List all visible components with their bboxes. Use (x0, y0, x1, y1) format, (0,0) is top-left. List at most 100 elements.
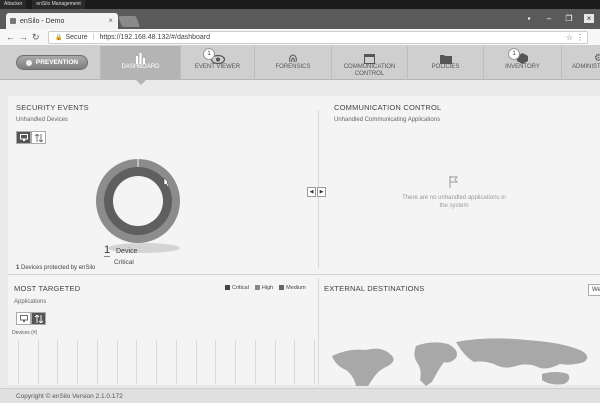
nav-inventory-label: INVENTORY (505, 64, 540, 70)
back-icon[interactable]: ← (6, 32, 15, 42)
destinations-filter-dropdown[interactable]: We (588, 284, 600, 296)
device-view-toggle (16, 131, 46, 144)
mode-indicator-icon (25, 59, 32, 66)
host-tab-ensilo[interactable]: enSilo Management (32, 0, 85, 9)
map-asia (456, 338, 588, 369)
dashboard-panel: SECURITY EVENTS Unhandled Devices 1 Devi… (8, 96, 600, 386)
targeted-view-app-button[interactable] (31, 312, 46, 325)
device-view-app-button[interactable] (31, 131, 46, 144)
close-tab-icon[interactable]: × (108, 16, 113, 25)
panel-divider-middle (8, 274, 600, 275)
panel-divider-bottom (318, 278, 319, 385)
flag-icon (449, 176, 458, 188)
event-count-badge: 1 (203, 48, 215, 60)
protected-count: 1 (16, 265, 20, 271)
folder-icon (408, 46, 483, 64)
world-map[interactable] (328, 336, 600, 386)
user-icon[interactable]: ▪ (524, 14, 534, 23)
address-row: ← → ↻ 🔒 Secure | https://192.168.48.132/… (0, 29, 600, 46)
device-count[interactable]: 1 (104, 244, 111, 257)
browser-tab-title: enSilo - Demo (20, 17, 65, 25)
arrow-right-icon[interactable]: ▶ (317, 187, 326, 197)
chart-gridline (195, 340, 197, 384)
bookmark-star-icon[interactable]: ☆ (566, 33, 573, 42)
chart-gridline (156, 340, 158, 384)
most-targeted-title: MOST TARGETED (14, 284, 81, 293)
bar-chart-icon (101, 46, 180, 64)
copyright-text: Copyright © enSilo Version 2.1.0.172 (16, 392, 123, 400)
minimize-icon[interactable]: – (544, 14, 554, 23)
nav-policies[interactable]: POLICIES (407, 46, 483, 80)
nav-inventory[interactable]: 1 INVENTORY (483, 46, 561, 80)
forward-icon[interactable]: → (19, 32, 28, 42)
protected-devices-text: 1 Devices protected by enSilo (16, 265, 95, 271)
chart-gridline (215, 340, 217, 384)
gear-icon: ⚙ (594, 53, 600, 64)
nav-communication-control[interactable]: COMMUNICATION CONTROL (331, 46, 407, 80)
close-window-icon[interactable]: × (584, 14, 594, 23)
security-events-title: SECURITY EVENTS (16, 103, 89, 112)
inventory-count-badge: 1 (508, 48, 520, 60)
nav-event-viewer-label: EVENT VIEWER (194, 64, 241, 70)
nav-policies-label: POLICIES (431, 64, 460, 70)
chart-gridline (116, 340, 118, 384)
nav-forensics-label: FORENSICS (275, 64, 311, 70)
fingerprint-icon (255, 46, 331, 64)
lock-icon: 🔒 (55, 35, 63, 41)
prevention-mode-toggle[interactable]: PREVENTION (16, 55, 88, 70)
chart-gridline (77, 340, 79, 384)
device-count-label: Device (116, 248, 138, 255)
sort-arrows-icon (34, 133, 43, 142)
nav-dashboard[interactable]: DASHBOARD (100, 46, 180, 85)
nav-administration[interactable]: ⚙ ADMINIST (561, 46, 600, 80)
severity-label: Critical (114, 259, 134, 266)
unhandled-devices-donut[interactable] (92, 154, 196, 254)
communication-control-subtitle: Unhandled Communicating Applications (334, 117, 441, 123)
sort-arrows-icon (34, 314, 43, 323)
chart-gridline (294, 340, 296, 384)
devices-axis-label: Devices (#) (12, 330, 38, 336)
panel-resize-arrows[interactable]: ◀ ▶ (307, 187, 326, 197)
chart-gridline (235, 340, 237, 384)
external-destinations-title: EXTERNAL DESTINATIONS (324, 284, 425, 293)
device-view-monitor-button[interactable] (16, 131, 31, 144)
map-australia (542, 372, 570, 385)
monitor-icon (19, 315, 28, 322)
footer: Copyright © enSilo Version 2.1.0.172 (0, 388, 600, 403)
url-bar[interactable]: 🔒 Secure | https://192.168.48.132/#/dash… (48, 31, 588, 44)
browser-tab[interactable]: enSilo - Demo × (6, 13, 118, 29)
legend-critical[interactable]: Critical (225, 285, 249, 291)
arrow-left-icon[interactable]: ◀ (307, 187, 316, 197)
map-europe-africa (414, 342, 457, 386)
nav-administration-label: ADMINIST (572, 64, 600, 70)
window-icon (332, 46, 407, 64)
maximize-icon[interactable]: ❐ (564, 14, 574, 23)
reload-icon[interactable]: ↻ (32, 32, 40, 43)
most-targeted-chart-grid (18, 340, 315, 384)
new-tab-button[interactable] (117, 16, 141, 27)
security-events-subtitle: Unhandled Devices (16, 117, 69, 123)
secure-label: Secure (65, 34, 88, 41)
targeted-view-toggle (16, 312, 46, 325)
screen: Attacker enSilo Management enSilo - Demo… (0, 0, 600, 403)
severity-legend: Critical High Medium (225, 285, 306, 291)
nav-communication-control-label: COMMUNICATION CONTROL (343, 64, 396, 77)
app-nav-bar: PREVENTION DASHBOARD 1 EVENT VIEWER FORE… (0, 46, 600, 85)
chart-gridline (314, 340, 315, 384)
protected-label: Devices protected by enSilo (21, 265, 96, 271)
legend-medium[interactable]: Medium (279, 285, 306, 291)
chart-gridline (136, 340, 138, 384)
nav-forensics[interactable]: FORENSICS (254, 46, 331, 80)
chart-gridline (57, 340, 59, 384)
prevention-label: PREVENTION (35, 59, 79, 66)
host-tab-attacker[interactable]: Attacker (0, 0, 27, 9)
chart-gridline (37, 340, 39, 384)
most-targeted-subtitle: Applications (14, 299, 47, 305)
nav-event-viewer[interactable]: 1 EVENT VIEWER (180, 46, 254, 80)
nav-dashboard-label: DASHBOARD (121, 64, 160, 70)
browser-menu-icon[interactable]: ⋮ (576, 33, 584, 42)
legend-high[interactable]: High (254, 285, 273, 291)
map-americas (332, 348, 394, 386)
targeted-view-monitor-button[interactable] (16, 312, 31, 325)
chart-gridline (175, 340, 177, 384)
